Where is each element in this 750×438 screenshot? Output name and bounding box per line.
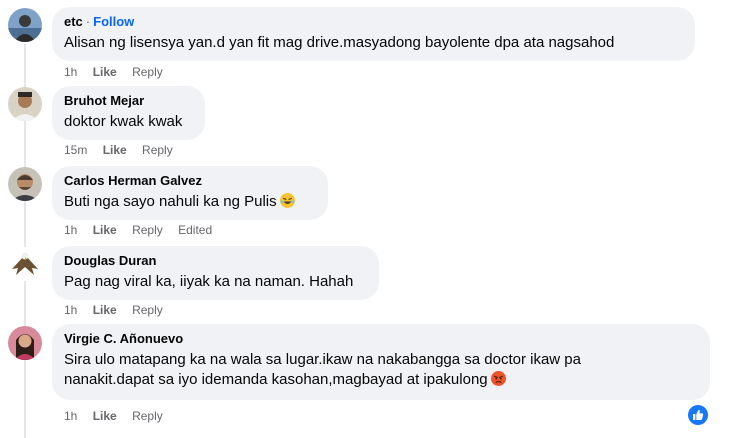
separator-dot: ·	[85, 14, 91, 29]
profile-photo-icon	[8, 8, 42, 42]
comment-actions: 1h Like Reply	[64, 302, 175, 318]
like-button[interactable]: Like	[103, 143, 127, 157]
comment-time[interactable]: 1h	[64, 409, 77, 423]
avatar[interactable]	[8, 87, 42, 121]
like-button[interactable]: Like	[93, 65, 117, 79]
like-button[interactable]: Like	[93, 409, 117, 423]
profile-photo-icon	[8, 87, 42, 121]
profile-photo-icon	[8, 247, 42, 281]
comment-time[interactable]: 1h	[64, 223, 77, 237]
comment-time[interactable]: 15m	[64, 143, 87, 157]
comment-author[interactable]: etc	[64, 14, 83, 29]
comment-author[interactable]: Douglas Duran	[64, 253, 156, 268]
comment-text: nanakit.dapat sa iyo idemanda kasohan,ma…	[64, 371, 488, 388]
comment-actions: 1h Like Reply Edited	[64, 222, 224, 238]
comment-text: doktor kwak kwak	[64, 113, 183, 130]
comment-text: Pag nag viral ka, iiyak ka na naman. Hah…	[64, 273, 354, 290]
comment-actions: 1h Like Reply	[64, 64, 175, 80]
comment-time[interactable]: 1h	[64, 303, 77, 317]
comment-bubble: Virgie C. Añonuevo Sira ulo matapang ka …	[52, 324, 710, 400]
comment-author[interactable]: Bruhot Mejar	[64, 93, 144, 108]
comment-text: Sira ulo matapang ka na wala sa lugar.ik…	[64, 351, 581, 368]
comment-bubble: Carlos Herman Galvez Buti nga sayo nahul…	[52, 166, 328, 220]
reply-button[interactable]: Reply	[132, 303, 163, 317]
comment-actions: 15m Like Reply	[64, 142, 185, 158]
comment-bubble: Douglas Duran Pag nag viral ka, iiyak ka…	[52, 246, 379, 300]
comment-actions: 1h Like Reply	[64, 408, 175, 424]
reply-button[interactable]: Reply	[142, 143, 173, 157]
comment-time[interactable]: 1h	[64, 65, 77, 79]
profile-photo-icon	[8, 326, 42, 360]
reply-button[interactable]: Reply	[132, 409, 163, 423]
comment-text: Buti nga sayo nahuli ka ng Pulis	[64, 193, 277, 210]
comment-bubble: etc · Follow Alisan ng lisensya yan.d yan …	[52, 7, 695, 61]
profile-photo-icon	[8, 167, 42, 201]
avatar[interactable]	[8, 326, 42, 360]
avatar[interactable]	[8, 8, 42, 42]
like-button[interactable]: Like	[93, 303, 117, 317]
like-thumb-icon[interactable]	[688, 405, 708, 425]
angry-face-emoji-icon	[490, 371, 506, 386]
like-button[interactable]: Like	[93, 223, 117, 237]
comment-author[interactable]: Virgie C. Añonuevo	[64, 331, 183, 346]
reply-button[interactable]: Reply	[132, 65, 163, 79]
comment-text: Alisan ng lisensya yan.d yan fit mag dri…	[64, 34, 615, 51]
comment-author[interactable]: Carlos Herman Galvez	[64, 173, 202, 188]
laughing-tears-emoji-icon	[279, 193, 295, 208]
comment-bubble: Bruhot Mejar doktor kwak kwak	[52, 86, 205, 140]
avatar[interactable]	[8, 167, 42, 201]
avatar[interactable]	[8, 247, 42, 281]
follow-button[interactable]: Follow	[93, 14, 134, 29]
edited-label: Edited	[178, 223, 213, 237]
reply-button[interactable]: Reply	[132, 223, 163, 237]
